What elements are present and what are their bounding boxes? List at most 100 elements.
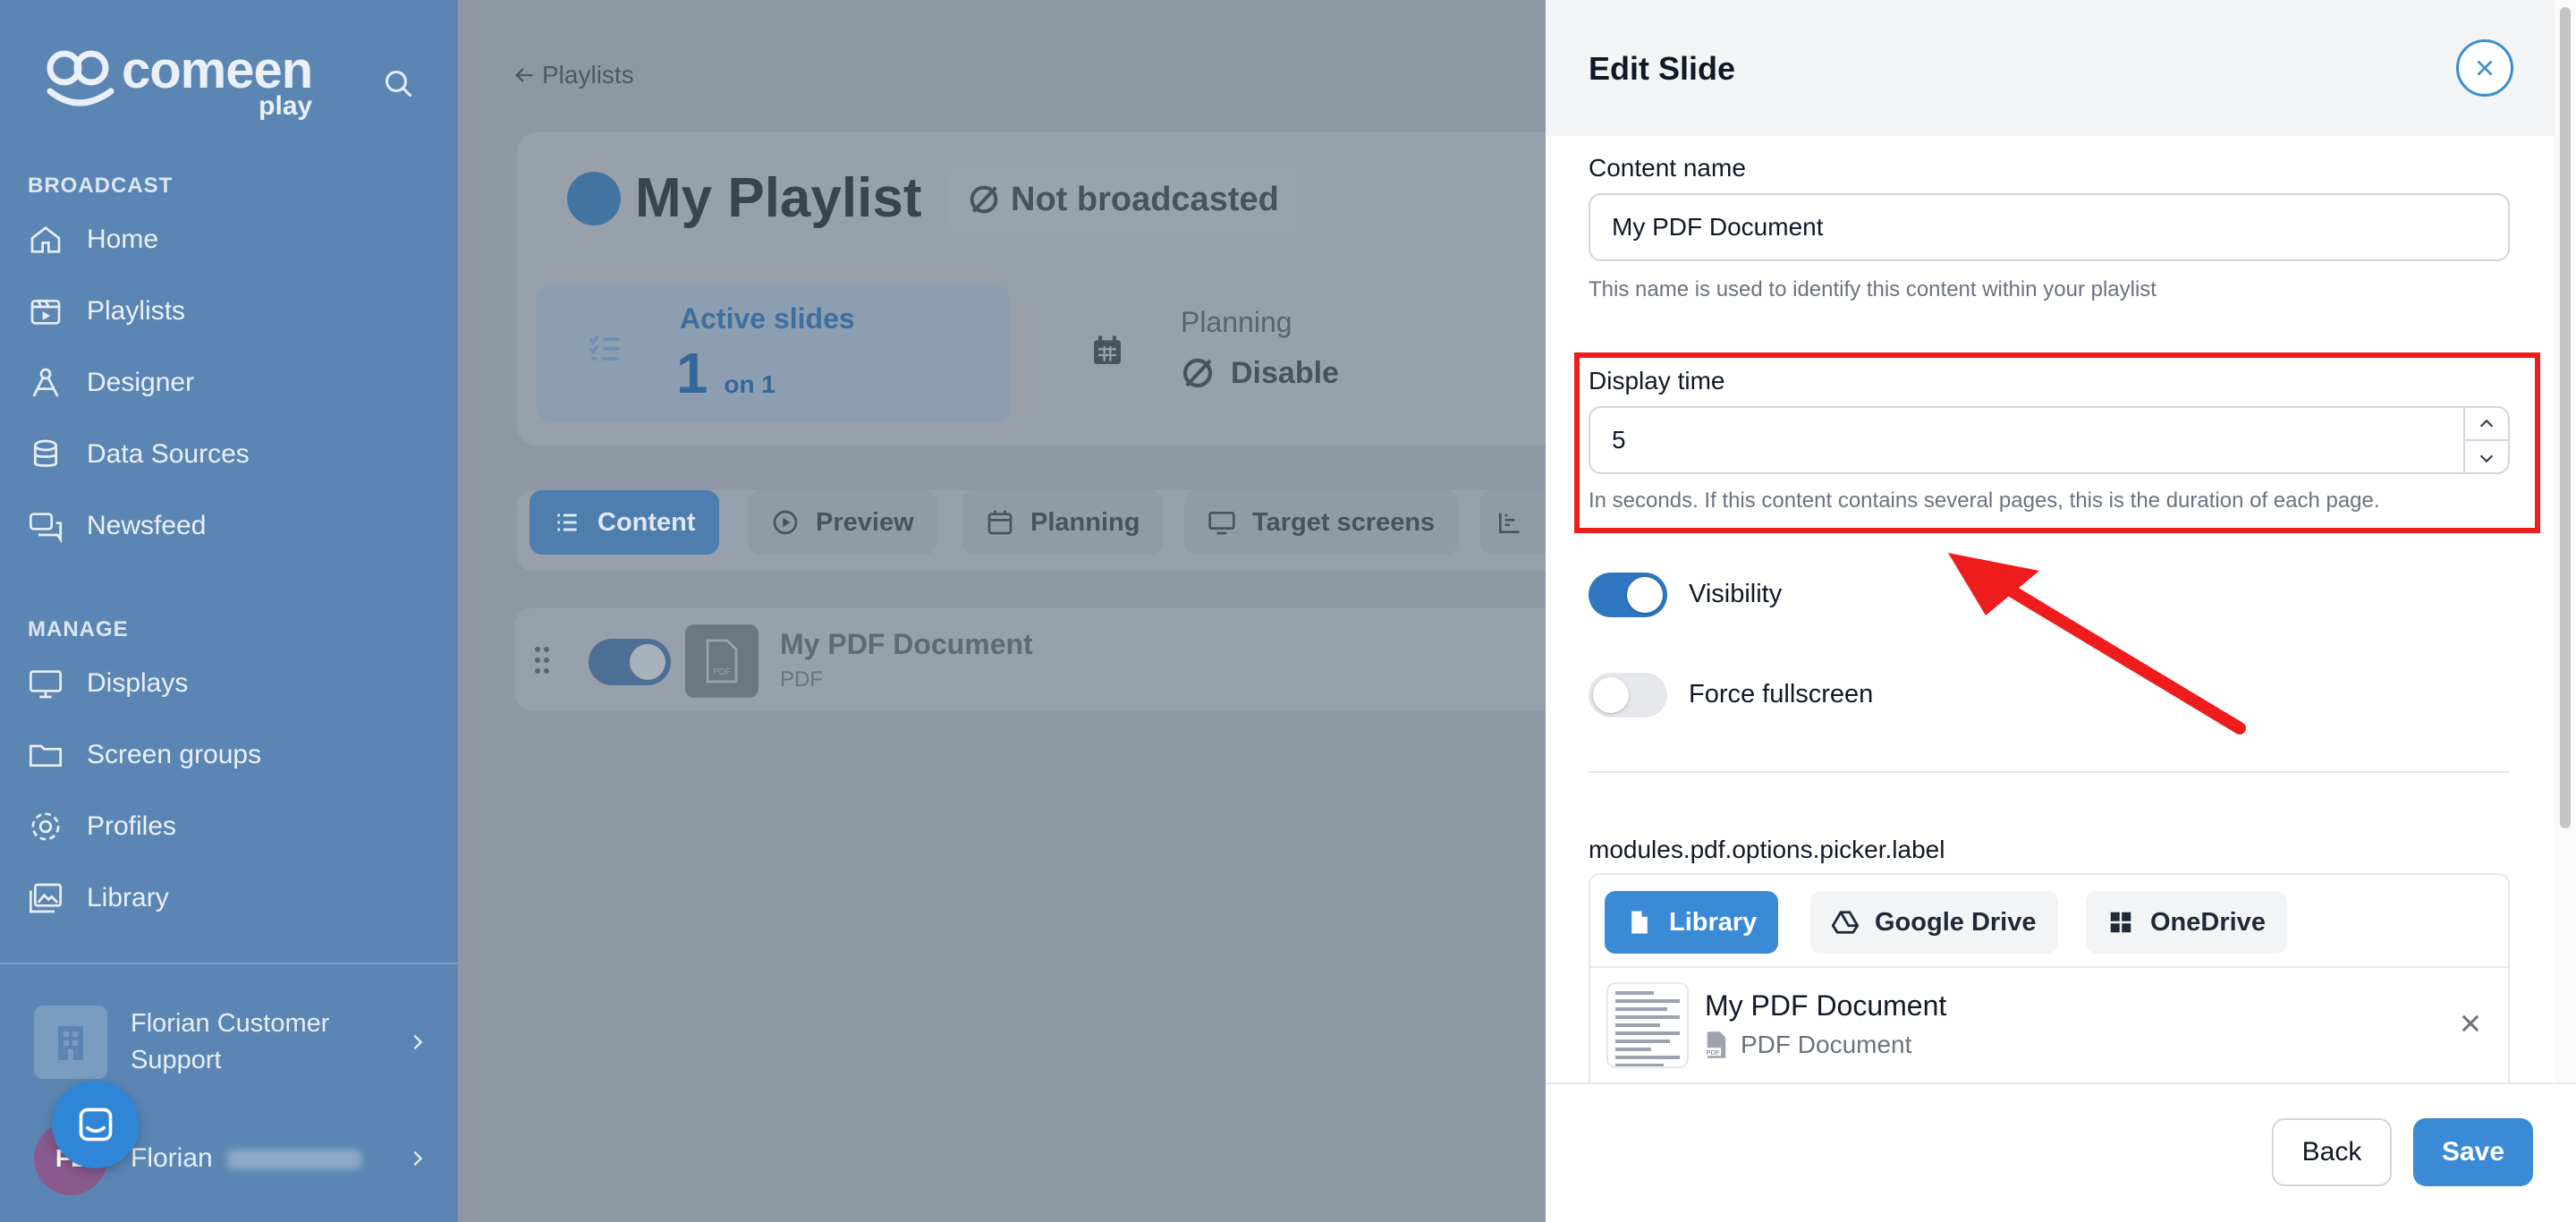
newsfeed-icon xyxy=(30,513,62,544)
section-manage: MANAGE xyxy=(28,617,129,641)
tab-planning[interactable]: Planning xyxy=(962,490,1164,555)
database-icon xyxy=(34,439,57,467)
toggle-knob xyxy=(1627,577,1663,613)
panel-title: Edit Slide xyxy=(1589,50,1736,87)
gear-icon xyxy=(31,812,60,841)
user-name: Florian xyxy=(131,1143,213,1173)
force-fullscreen-label: Force fullscreen xyxy=(1689,680,1874,709)
sidebar-item-label: Home xyxy=(87,225,159,254)
sidebar: comeen play BROADCAST Home Playlists Des… xyxy=(0,0,458,1222)
breadcrumb[interactable]: Playlists xyxy=(512,61,634,89)
stats-icon xyxy=(1499,513,1520,533)
home-icon xyxy=(30,225,61,253)
sidebar-item-label: Screen groups xyxy=(87,740,262,769)
back-button[interactable]: Back xyxy=(2272,1118,2392,1186)
playlist-icon xyxy=(30,300,61,325)
tab-label: Preview xyxy=(816,507,914,537)
designer-icon xyxy=(32,368,59,397)
picker-divider xyxy=(1590,966,2508,968)
sidebar-item-label: Displays xyxy=(87,668,189,698)
sidebar-item-screen-groups[interactable]: Screen groups xyxy=(28,730,261,780)
planning-value-label: Disable xyxy=(1231,355,1339,390)
monitor-icon xyxy=(1208,512,1235,535)
sidebar-item-label: Data Sources xyxy=(87,439,250,469)
organization-name: Florian Customer Support xyxy=(131,1009,330,1074)
active-slides-suffix: on 1 xyxy=(724,370,775,398)
sidebar-item-library[interactable]: Library xyxy=(28,873,169,923)
comeen-play-logo[interactable]: comeen play xyxy=(45,45,313,120)
images-icon xyxy=(30,883,62,913)
sidebar-item-label: Newsfeed xyxy=(87,511,207,540)
tab-target-screens[interactable]: Target screens xyxy=(1184,490,1459,555)
calendar-icon xyxy=(1094,335,1121,364)
status-badge: Not broadcasted xyxy=(948,166,1297,233)
svg-text:PDF: PDF xyxy=(713,667,731,677)
chevron-right-icon xyxy=(413,1150,423,1167)
force-fullscreen-toggle[interactable] xyxy=(1589,673,1667,717)
source-library-button[interactable]: Library xyxy=(1605,891,1779,954)
search-icon[interactable] xyxy=(383,68,415,100)
organization-switcher[interactable]: Florian Customer Support xyxy=(34,1006,428,1079)
tab-label: Content xyxy=(597,507,696,537)
drag-handle-icon[interactable] xyxy=(533,646,551,675)
tab-content[interactable]: Content xyxy=(530,490,719,555)
sidebar-item-home[interactable]: Home xyxy=(28,215,158,265)
selected-file-type-label: PDF Document xyxy=(1741,1031,1912,1058)
play-circle-icon xyxy=(773,510,798,535)
section-broadcast: BROADCAST xyxy=(28,174,174,198)
active-slides-label: Active slides xyxy=(680,302,855,335)
tab-preview[interactable]: Preview xyxy=(748,490,937,555)
content-name-label: Content name xyxy=(1589,154,1746,182)
page-title: My Playlist xyxy=(635,167,922,229)
remove-file-icon[interactable] xyxy=(2458,1011,2483,1036)
scrollbar-thumb[interactable] xyxy=(2560,7,2571,828)
no-broadcast-icon xyxy=(970,185,998,214)
selected-file-name: My PDF Document xyxy=(1705,989,1947,1022)
building-icon xyxy=(34,1006,107,1079)
sidebar-item-newsfeed[interactable]: Newsfeed xyxy=(28,501,206,551)
source-label: Library xyxy=(1669,907,1758,937)
source-label: OneDrive xyxy=(2150,907,2266,937)
playlist-icon xyxy=(567,172,621,225)
save-button[interactable]: Save xyxy=(2413,1118,2533,1186)
planning-label: Planning xyxy=(1181,306,1292,338)
source-onedrive-button[interactable]: OneDrive xyxy=(2086,891,2287,954)
sidebar-item-label: Designer xyxy=(87,368,195,397)
sidebar-item-designer[interactable]: Designer xyxy=(28,358,194,408)
sidebar-item-displays[interactable]: Displays xyxy=(28,658,188,709)
source-google-drive-button[interactable]: Google Drive xyxy=(1810,891,2058,954)
annotation-highlight-box xyxy=(1574,352,2540,533)
close-icon xyxy=(2477,60,2493,76)
visibility-toggle[interactable] xyxy=(1589,573,1667,617)
source-label: Google Drive xyxy=(1875,907,2037,937)
folder-icon xyxy=(30,744,62,767)
slide-row[interactable] xyxy=(515,608,1589,710)
slide-type: PDF xyxy=(780,667,823,692)
sidebar-item-label: Playlists xyxy=(87,296,186,326)
file-icon xyxy=(1631,911,1648,934)
visibility-label: Visibility xyxy=(1689,580,1783,608)
toggle-knob xyxy=(1593,677,1629,713)
annotation-arrow-icon xyxy=(1948,553,2246,734)
selected-file-type: PDF PDF Document xyxy=(1705,1031,1911,1059)
content-name-hint: This name is used to identify this conte… xyxy=(1589,277,2157,301)
picker-label: modules.pdf.options.picker.label xyxy=(1589,836,1945,863)
google-drive-icon xyxy=(1832,911,1859,934)
blurred-surname xyxy=(226,1150,361,1170)
slide-title: My PDF Document xyxy=(780,628,1033,660)
checklist-icon xyxy=(589,335,620,361)
chevron-right-icon xyxy=(413,1034,423,1050)
sidebar-item-label: Library xyxy=(87,883,169,912)
close-button[interactable] xyxy=(2456,39,2513,97)
sidebar-item-profiles[interactable]: Profiles xyxy=(28,802,176,852)
sidebar-item-label: Profiles xyxy=(87,811,177,841)
active-slides-value: 1 on 1 xyxy=(676,340,775,406)
arrow-left-icon xyxy=(515,68,533,82)
content-name-input[interactable] xyxy=(1589,193,2510,261)
support-chat-button[interactable] xyxy=(52,1081,140,1168)
planning-value: Disable xyxy=(1179,354,1339,392)
windows-icon xyxy=(2110,912,2131,933)
sidebar-item-playlists[interactable]: Playlists xyxy=(28,286,185,336)
sidebar-item-data-sources[interactable]: Data Sources xyxy=(28,429,250,479)
slide-enabled-toggle[interactable] xyxy=(589,639,671,685)
